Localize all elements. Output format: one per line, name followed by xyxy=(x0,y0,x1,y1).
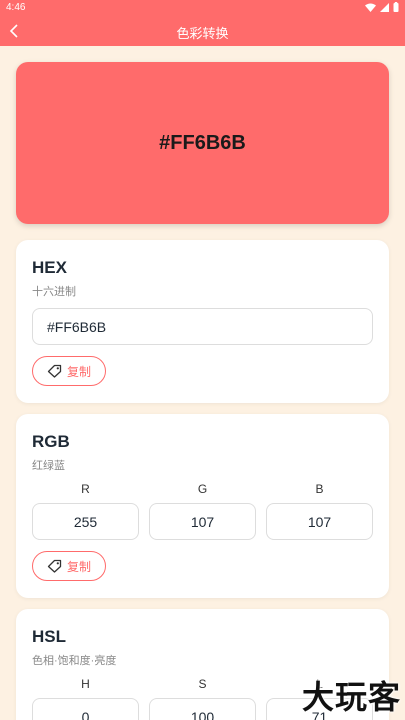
hex-value: #FF6B6B xyxy=(47,318,107,335)
battery-icon xyxy=(393,2,399,12)
hsl-title: HSL xyxy=(32,627,66,646)
system-icons xyxy=(365,2,399,12)
tag-icon xyxy=(47,559,62,573)
hex-title: HEX xyxy=(32,258,67,277)
s-label: S xyxy=(198,677,207,691)
b-value: 107 xyxy=(307,513,332,530)
page-title: 色彩转换 xyxy=(176,26,229,41)
hsl-subtitle: 色相·饱和度·亮度 xyxy=(32,655,117,667)
rgb-card: RGB 红绿蓝 R G B 255 107 107 复制 xyxy=(16,414,389,598)
r-value: 255 xyxy=(73,513,98,530)
b-label: B xyxy=(315,482,324,496)
hex-input[interactable]: #FF6B6B xyxy=(32,308,373,345)
rgb-title: RGB xyxy=(32,432,70,451)
watermark-logo: 大玩客 xyxy=(301,679,401,715)
hex-card: HEX 十六进制 #FF6B6B 复制 xyxy=(16,240,389,403)
color-preview-label: #FF6B6B xyxy=(159,131,246,154)
hex-copy-button[interactable]: 复制 xyxy=(32,356,106,386)
tag-icon xyxy=(47,364,62,378)
h-label: H xyxy=(81,677,90,691)
wifi-icon xyxy=(365,3,376,12)
rgb-subtitle: 红绿蓝 xyxy=(32,460,65,472)
rgb-copy-label: 复制 xyxy=(66,559,91,574)
r-label: R xyxy=(81,482,90,496)
s-value: 100 xyxy=(190,708,215,720)
g-label: G xyxy=(197,482,208,496)
s-input[interactable]: 100 xyxy=(149,698,256,720)
status-time: 4:46 xyxy=(6,2,26,13)
r-input[interactable]: 255 xyxy=(32,503,139,540)
app-bar: 色彩转换 xyxy=(0,16,405,46)
status-bar: 4:46 xyxy=(0,0,405,16)
hex-subtitle: 十六进制 xyxy=(32,286,76,298)
hex-copy-label: 复制 xyxy=(66,364,91,379)
signal-icon xyxy=(380,2,389,12)
g-value: 107 xyxy=(190,513,215,530)
rgb-copy-button[interactable]: 复制 xyxy=(32,551,106,581)
b-input[interactable]: 107 xyxy=(266,503,373,540)
g-input[interactable]: 107 xyxy=(149,503,256,540)
color-preview: #FF6B6B xyxy=(16,62,389,224)
h-input[interactable]: 0 xyxy=(32,698,139,720)
h-value: 0 xyxy=(81,708,90,720)
